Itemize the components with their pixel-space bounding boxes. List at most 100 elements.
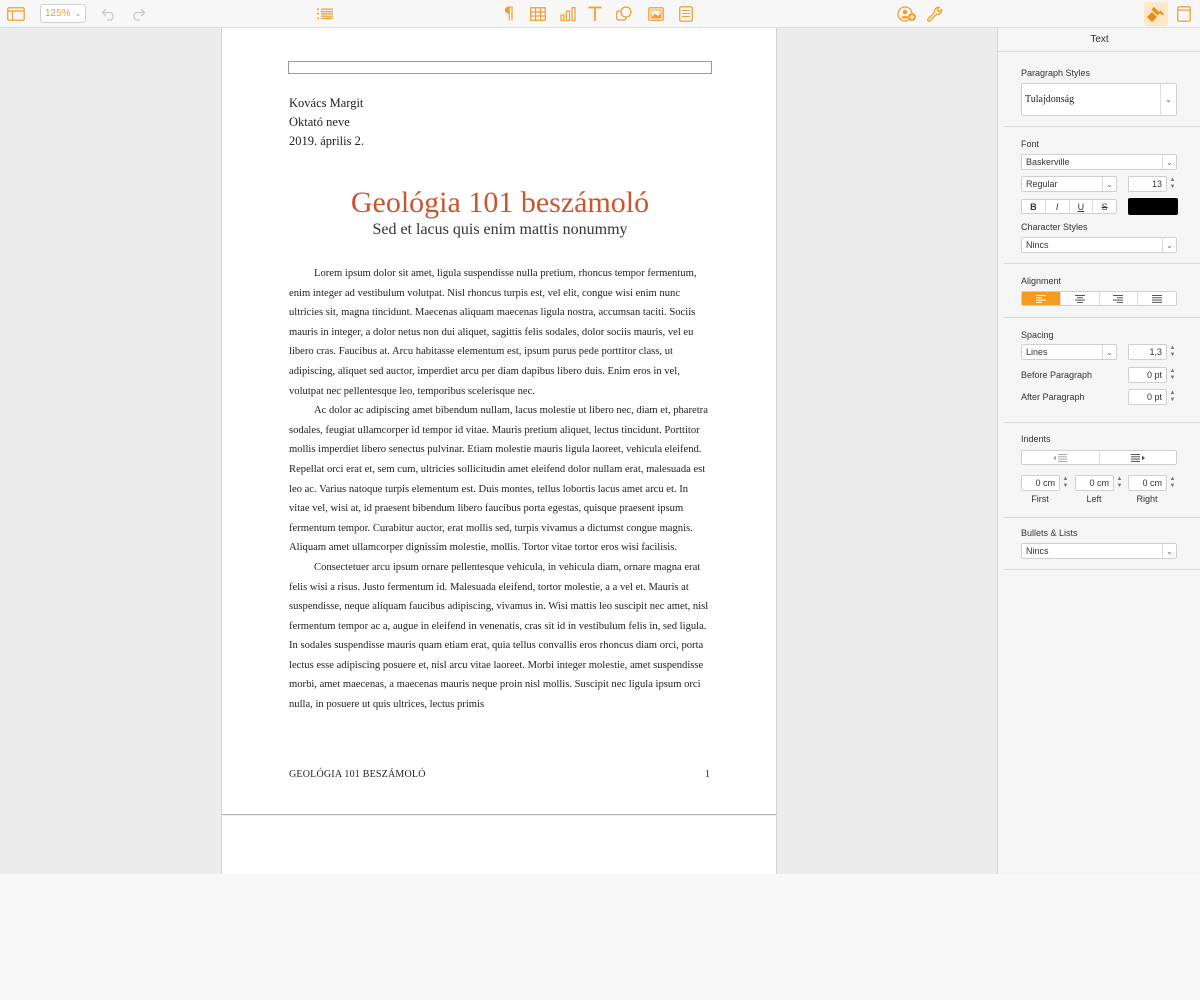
indent-first-field[interactable]: 0 cm <box>1021 475 1060 491</box>
collaborate-icon[interactable] <box>897 4 917 24</box>
view-menu-icon[interactable] <box>6 4 26 24</box>
line-spacing-stepper[interactable]: ▲ ▼ <box>1168 344 1177 360</box>
bold-button[interactable]: B <box>1022 200 1046 213</box>
format-inspector: Text Paragraph Styles Tulajdonság ⌄ Font… <box>997 28 1200 874</box>
divider <box>1004 569 1200 570</box>
zoom-select[interactable]: 125% ⌄ <box>40 4 86 23</box>
character-style-value: Nincs <box>1026 240 1049 250</box>
sender-block[interactable]: Kovács Margit Oktató neve 2019. április … <box>289 94 364 151</box>
chevron-down-icon: ⌄ <box>1162 155 1176 169</box>
line-spacing-value: 1,3 <box>1149 347 1162 357</box>
spacing-mode-select[interactable]: Lines ⌄ <box>1021 344 1117 360</box>
font-weight-value: Regular <box>1026 179 1058 189</box>
paragraph-style-value: Tulajdonság <box>1025 94 1075 105</box>
align-left-icon <box>1035 294 1046 303</box>
before-paragraph-stepper[interactable]: ▲ ▼ <box>1168 367 1177 383</box>
italic-button[interactable]: I <box>1046 200 1070 213</box>
indent-right-stepper[interactable]: ▲ ▼ <box>1168 475 1177 491</box>
indent-right-field[interactable]: 0 cm <box>1128 475 1167 491</box>
bullets-lists-label: Bullets & Lists <box>1021 528 1078 538</box>
font-weight-select[interactable]: Regular ⌄ <box>1021 176 1117 192</box>
font-size-value: 13 <box>1151 179 1162 189</box>
chevron-down-icon: ⌄ <box>1102 345 1116 359</box>
after-paragraph-label: After Paragraph <box>1021 392 1085 402</box>
sender-name: Kovács Margit <box>289 96 364 110</box>
indent-right-label: Right <box>1136 494 1158 504</box>
comment-icon[interactable] <box>677 4 695 24</box>
media-icon[interactable] <box>647 4 665 24</box>
undo-icon[interactable] <box>100 4 118 24</box>
text-color-well[interactable] <box>1128 198 1178 215</box>
indent-left-field[interactable]: 0 cm <box>1075 475 1114 491</box>
chevron-down-icon: ⌄ <box>74 9 82 18</box>
character-styles-label: Character Styles <box>1021 222 1088 232</box>
body-paragraph: Ac dolor ac adipiscing amet bibendum nul… <box>289 405 708 554</box>
line-spacing-field[interactable]: 1,3 <box>1128 344 1167 360</box>
spacing-mode-value: Lines <box>1026 347 1048 357</box>
divider <box>998 51 1200 52</box>
paragraph-style-select[interactable]: Tulajdonság ⌄ <box>1021 83 1177 116</box>
app-window: 125% ⌄ ¶ Kovács Margit Oktató neve 2019.… <box>0 0 1200 874</box>
before-paragraph-value: 0 pt <box>1146 370 1162 380</box>
indent-left-stepper[interactable]: ▲ ▼ <box>1115 475 1124 491</box>
alignment-buttons <box>1021 291 1177 306</box>
indent-left-value: 0 cm <box>1089 478 1109 488</box>
document-subtitle[interactable]: Sed et lacus quis enim mattis nonummy <box>222 221 778 239</box>
alignment-label: Alignment <box>1021 276 1062 286</box>
desktop-background <box>0 874 1200 1000</box>
chevron-down-icon: ⌄ <box>1162 238 1176 252</box>
page-footer-title: GEOLÓGIA 101 BESZÁMOLÓ <box>289 769 426 780</box>
list-icon[interactable] <box>316 4 334 24</box>
document-date: 2019. április 2. <box>289 134 364 148</box>
strikethrough-button[interactable]: S <box>1093 200 1116 213</box>
chevron-down-icon: ⌄ <box>1160 84 1176 115</box>
redo-icon[interactable] <box>129 4 147 24</box>
after-paragraph-stepper[interactable]: ▲ ▼ <box>1168 389 1177 405</box>
inspector-tab-text[interactable]: Text <box>998 34 1200 45</box>
before-paragraph-field[interactable]: 0 pt <box>1128 367 1167 383</box>
decrease-indent-icon <box>1053 453 1068 462</box>
decrease-indent-button[interactable] <box>1022 451 1100 464</box>
divider <box>1004 126 1200 127</box>
justify-button[interactable] <box>1138 292 1176 305</box>
indents-label: Indents <box>1021 434 1051 444</box>
next-page[interactable] <box>221 816 777 874</box>
divider <box>1004 422 1200 423</box>
align-center-button[interactable] <box>1061 292 1100 305</box>
bullets-lists-select[interactable]: Nincs ⌄ <box>1021 543 1177 559</box>
document-page[interactable]: Kovács Margit Oktató neve 2019. április … <box>221 28 777 815</box>
align-center-icon <box>1074 294 1085 303</box>
page-header-field[interactable] <box>288 61 712 74</box>
increase-indent-button[interactable] <box>1100 451 1177 464</box>
chart-icon[interactable] <box>559 4 577 24</box>
text-format-buttons: B I U S <box>1021 199 1117 214</box>
document-title[interactable]: Geológia 101 beszámoló <box>222 186 778 220</box>
after-paragraph-field[interactable]: 0 pt <box>1128 389 1167 405</box>
align-right-icon <box>1113 294 1124 303</box>
indent-left-label: Left <box>1086 494 1102 504</box>
format-brush-icon[interactable] <box>1146 4 1166 24</box>
text-box-icon[interactable] <box>586 4 604 24</box>
before-paragraph-label: Before Paragraph <box>1021 370 1093 380</box>
document-panel-icon[interactable] <box>1175 4 1193 24</box>
justify-icon <box>1152 294 1163 303</box>
align-left-button[interactable] <box>1022 292 1061 305</box>
underline-button[interactable]: U <box>1070 200 1094 213</box>
font-family-value: Baskerville <box>1026 157 1070 167</box>
indent-right-value: 0 cm <box>1142 478 1162 488</box>
wrench-icon[interactable] <box>926 4 944 24</box>
font-size-stepper[interactable]: ▲ ▼ <box>1168 176 1177 192</box>
font-size-field[interactable]: 13 <box>1128 176 1167 192</box>
align-right-button[interactable] <box>1100 292 1139 305</box>
paragraph-styles-label: Paragraph Styles <box>1021 68 1091 78</box>
font-family-select[interactable]: Baskerville ⌄ <box>1021 154 1177 170</box>
indent-first-stepper[interactable]: ▲ ▼ <box>1061 475 1070 491</box>
toolbar: 125% ⌄ ¶ <box>0 0 1200 28</box>
increase-indent-icon <box>1130 453 1145 462</box>
paragraph-icon[interactable]: ¶ <box>500 4 518 24</box>
body-text[interactable]: Lorem ipsum dolor sit amet, ligula suspe… <box>289 264 711 715</box>
table-icon[interactable] <box>529 4 547 24</box>
shape-icon[interactable] <box>615 4 633 24</box>
character-style-select[interactable]: Nincs ⌄ <box>1021 237 1177 253</box>
divider <box>1004 317 1200 318</box>
